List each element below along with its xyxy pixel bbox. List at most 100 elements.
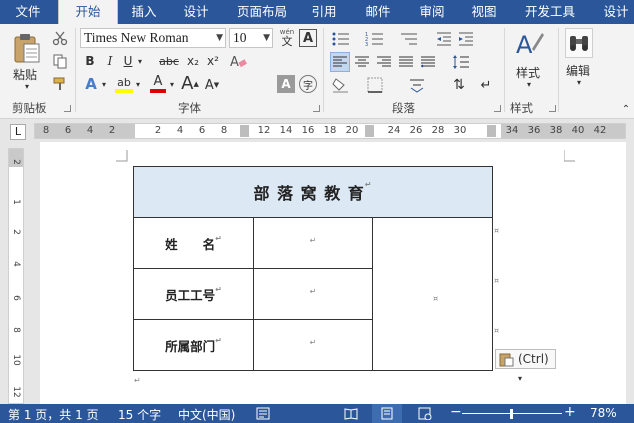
web-layout-icon[interactable] <box>418 407 432 423</box>
line-spacing-icon[interactable] <box>450 52 472 72</box>
chevron-down-icon[interactable]: ▾ <box>136 54 144 68</box>
table-title-cell[interactable]: 部 落 窝 教 育↵ <box>133 166 493 218</box>
numbering-icon[interactable]: 123 <box>364 29 386 49</box>
paste-options-button[interactable]: (Ctrl) ▾ <box>495 349 556 383</box>
value-cell[interactable]: ↵ <box>253 319 373 371</box>
tab-file[interactable]: 文件 <box>0 0 56 24</box>
superscript-button[interactable]: x² <box>204 52 222 70</box>
column-marker[interactable] <box>487 125 496 137</box>
char-border-icon[interactable]: A <box>299 29 317 47</box>
vruler-tick: 1 <box>11 199 21 205</box>
styles-launcher-icon[interactable] <box>549 105 556 112</box>
photo-cell[interactable]: ¤ <box>372 217 493 371</box>
tab-selector-icon[interactable]: L <box>10 124 26 140</box>
margin-corner-mark <box>116 150 128 162</box>
tab-insert[interactable]: 插入 <box>122 0 166 24</box>
tab-review[interactable]: 审阅 <box>410 0 454 24</box>
info-table[interactable]: 部 落 窝 教 育↵ 姓 名↵ ↵ ¤ 员工工号↵ ↵ 所属部门↵ ↵ <box>133 166 493 371</box>
decrease-indent-icon[interactable] <box>434 29 454 49</box>
highlight-icon[interactable]: ab <box>114 73 134 95</box>
increase-indent-icon[interactable] <box>456 29 476 49</box>
label-cell[interactable]: 姓 名↵ <box>133 217 254 269</box>
tab-view[interactable]: 视图 <box>462 0 506 24</box>
distributed-icon[interactable] <box>418 52 438 72</box>
tab-mailings[interactable]: 邮件 <box>356 0 400 24</box>
read-mode-icon[interactable] <box>344 407 358 423</box>
char-shading-icon[interactable]: A <box>277 75 295 93</box>
value-cell[interactable]: ↵ <box>253 217 373 269</box>
multilevel-list-icon[interactable] <box>398 29 420 49</box>
align-left-icon[interactable] <box>330 52 350 72</box>
tab-references[interactable]: 引用 <box>303 0 345 24</box>
zoom-out-button[interactable]: − <box>450 404 462 420</box>
page-count[interactable]: 第 1 页，共 1 页 <box>8 406 99 423</box>
word-count[interactable]: 15 个字 <box>118 406 161 423</box>
zoom-level[interactable]: 78% <box>590 406 617 420</box>
sort-az-icon[interactable]: ⇅ <box>448 75 470 95</box>
italic-button[interactable]: I <box>102 52 118 70</box>
column-marker[interactable] <box>365 125 374 137</box>
zoom-slider-thumb[interactable] <box>510 409 513 419</box>
tab-home[interactable]: 开始 <box>58 0 118 24</box>
paragraph-mark: ↵ <box>309 236 317 245</box>
font-size-combo[interactable]: 10 ▼ <box>229 28 273 48</box>
align-center-icon[interactable] <box>352 52 372 72</box>
column-marker[interactable] <box>240 125 249 137</box>
chevron-down-icon[interactable]: ▾ <box>574 78 584 87</box>
tab-table-design[interactable]: 设计 <box>594 0 634 24</box>
copy-icon[interactable] <box>50 51 70 71</box>
sort-icon[interactable] <box>406 75 428 95</box>
underline-button[interactable]: U <box>120 52 136 70</box>
language[interactable]: 中文(中国) <box>178 406 235 423</box>
grow-font-icon[interactable]: A ▲ <box>181 74 199 94</box>
styles-label[interactable]: 样式 <box>516 64 540 81</box>
tab-developer[interactable]: 开发工具 <box>515 0 585 24</box>
paragraph-launcher-icon[interactable] <box>494 105 501 112</box>
justify-icon[interactable] <box>396 52 416 72</box>
editing-label[interactable]: 编辑 <box>566 62 590 79</box>
paste-label[interactable]: 粘贴 <box>13 66 37 83</box>
shrink-font-text: A <box>204 77 214 93</box>
ruler-tick: 40 <box>571 125 585 136</box>
ruler-tick: 6 <box>198 125 206 136</box>
chevron-down-icon[interactable]: ▾ <box>524 80 534 89</box>
zoom-in-button[interactable]: + <box>564 404 576 420</box>
font-launcher-icon[interactable] <box>313 105 320 112</box>
bullets-icon[interactable] <box>330 29 352 49</box>
ruler-bar[interactable]: 8 6 4 2 2 4 6 8 12 14 16 18 20 24 26 28 … <box>34 123 626 139</box>
show-marks-icon[interactable]: ↵ <box>478 75 494 95</box>
font-name-combo[interactable]: Times New Roman ▼ <box>80 28 226 48</box>
chevron-down-icon[interactable]: ▾ <box>100 77 108 91</box>
clear-formatting-icon[interactable]: A <box>228 52 248 70</box>
font-color-icon[interactable]: A <box>148 73 168 95</box>
row-end-mark: ¤ <box>494 326 500 335</box>
chevron-down-icon[interactable]: ▾ <box>168 77 176 91</box>
strikethrough-button[interactable]: abc <box>158 52 180 70</box>
clipboard-launcher-icon[interactable] <box>64 105 71 112</box>
binoculars-icon[interactable] <box>565 28 593 58</box>
align-right-icon[interactable] <box>374 52 394 72</box>
enclose-char-icon[interactable]: 字 <box>299 75 317 93</box>
vertical-ruler-bar[interactable]: 2 1 2 4 6 8 10 12 <box>8 148 24 404</box>
tab-design[interactable]: 设计 <box>172 0 220 24</box>
chevron-down-icon[interactable]: ▾ <box>134 77 142 91</box>
label-cell[interactable]: 所属部门↵ <box>133 319 254 371</box>
label-cell[interactable]: 员工工号↵ <box>133 268 254 320</box>
cut-icon[interactable] <box>50 28 70 48</box>
bold-button[interactable]: B <box>82 52 98 70</box>
styles-icon[interactable]: A <box>514 28 544 60</box>
collapse-ribbon-icon[interactable]: ⌃ <box>620 104 632 115</box>
paste-icon[interactable] <box>10 30 44 66</box>
paste-dropdown-icon[interactable]: ▾ <box>22 82 32 91</box>
shrink-font-icon[interactable]: A ▼ <box>204 76 219 94</box>
phonetic-guide-icon[interactable]: wén 文 <box>277 27 297 49</box>
tab-page-layout[interactable]: 页面布局 <box>227 0 297 24</box>
macro-record-icon[interactable] <box>256 407 270 423</box>
borders-icon[interactable] <box>364 75 386 95</box>
print-layout-icon[interactable] <box>372 404 402 423</box>
shading-icon[interactable] <box>330 75 352 95</box>
value-cell[interactable]: ↵ <box>253 268 373 320</box>
text-effects-icon[interactable]: A <box>82 74 100 94</box>
subscript-button[interactable]: x₂ <box>184 52 202 70</box>
format-painter-icon[interactable] <box>50 74 70 94</box>
